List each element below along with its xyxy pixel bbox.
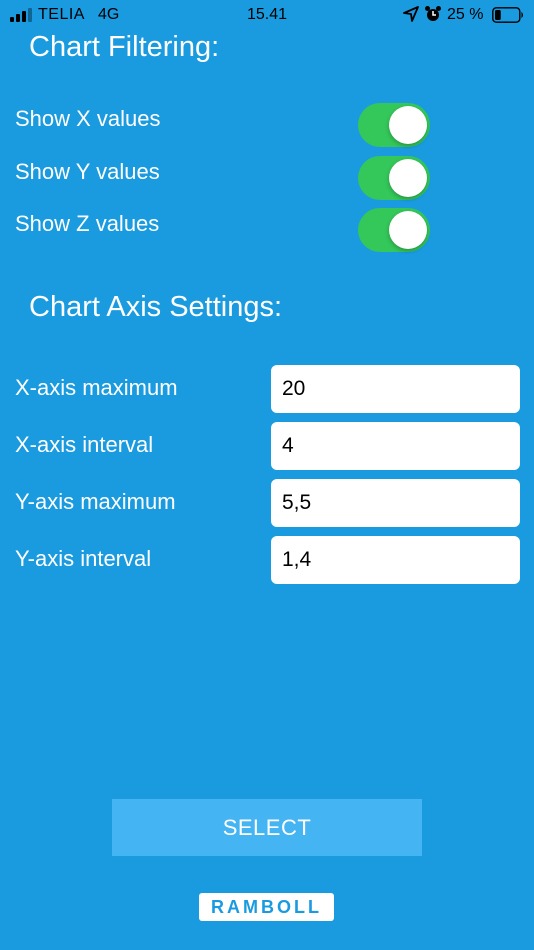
- show-x-values-label: Show X values: [15, 106, 161, 131]
- y-axis-maximum-label: Y-axis maximum: [15, 489, 176, 514]
- y-axis-interval-label: Y-axis interval: [15, 546, 152, 571]
- select-button[interactable]: SELECT: [112, 799, 422, 856]
- show-z-values-toggle[interactable]: [358, 208, 430, 252]
- alarm-clock-icon: [425, 6, 441, 21]
- status-bar: TELIA 4G 15.41 25 %: [0, 0, 534, 32]
- y-axis-interval-input[interactable]: [271, 536, 520, 584]
- chart-filtering-heading: Chart Filtering:: [29, 31, 220, 63]
- x-axis-maximum-label: X-axis maximum: [15, 375, 178, 400]
- toggle-knob: [389, 159, 427, 197]
- location-arrow-icon: [403, 6, 419, 22]
- show-x-values-toggle[interactable]: [358, 103, 430, 147]
- x-axis-interval-label: X-axis interval: [15, 432, 154, 457]
- x-axis-interval-input[interactable]: [271, 422, 520, 470]
- chart-axis-settings-heading: Chart Axis Settings:: [29, 291, 283, 323]
- show-y-values-toggle[interactable]: [358, 156, 430, 200]
- toggle-knob: [389, 106, 427, 144]
- ramboll-logo: RAMBOLL: [199, 893, 334, 921]
- toggle-knob: [389, 211, 427, 249]
- battery-percentage: 25 %: [447, 6, 484, 23]
- y-axis-maximum-input[interactable]: [271, 479, 520, 527]
- show-z-values-label: Show Z values: [15, 211, 160, 236]
- x-axis-maximum-input[interactable]: [271, 365, 520, 413]
- show-y-values-label: Show Y values: [15, 159, 160, 184]
- battery-icon: [492, 7, 523, 23]
